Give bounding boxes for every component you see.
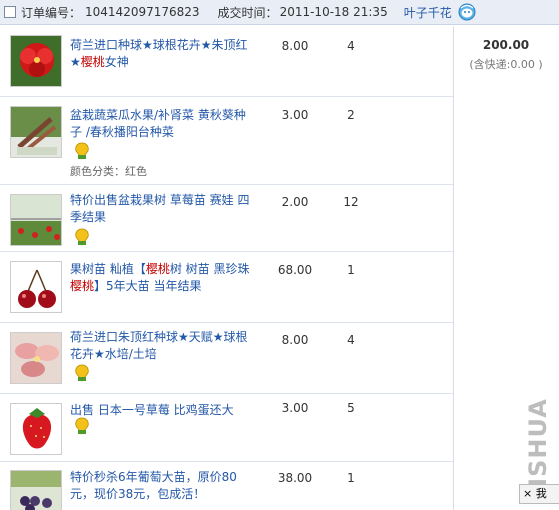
seller-link[interactable]: 叶子千花: [404, 4, 452, 21]
consumer-protection-icon[interactable]: [72, 416, 92, 436]
deal-time: 2011-10-18 21:35: [279, 5, 388, 19]
order-total: 200.00: [482, 38, 530, 52]
quantity: 1: [347, 263, 355, 277]
table-row: 出售 日本一号草莓 比鸡蛋还大: [0, 394, 453, 462]
consumer-protection-icon[interactable]: [72, 141, 92, 161]
sku-color: 颜色分类：红色: [70, 165, 147, 178]
table-row: 特价秒杀6年葡萄大苗，原价80元，现价38元，包成活！: [0, 462, 453, 510]
order-items-table: 200.00 (含快递:0.00 ) 荷兰进口种球★球根花卉★朱顶红★樱桃女神: [0, 26, 559, 510]
quantity: 2: [347, 108, 355, 122]
product-title-link[interactable]: 特价秒杀6年葡萄大苗，原价80元，现价38元，包成活！: [70, 469, 256, 503]
order-select-checkbox[interactable]: [4, 6, 16, 18]
table-row: 盆栽蔬菜瓜水果/补肾菜 黄秋葵种子 /春秋播阳台种菜 颜色分类：红色: [0, 97, 453, 185]
unit-price: 2.00: [281, 195, 309, 209]
product-thumbnail[interactable]: [10, 106, 62, 158]
quantity: 4: [347, 333, 355, 347]
product-title-link[interactable]: 盆栽蔬菜瓜水果/补肾菜 黄秋葵种子 /春秋播阳台种菜: [70, 107, 256, 141]
chat-tab-close-icon[interactable]: ×: [523, 487, 532, 500]
unit-price: 8.00: [281, 39, 309, 53]
table-row: 特价出售盆栽果树 草莓苗 赛娃 四季结果: [0, 185, 453, 252]
order-header: 订单编号： 104142097176823 成交时间： 2011-10-18 2…: [0, 0, 559, 25]
chat-tab[interactable]: × 我: [519, 484, 559, 504]
product-thumbnail[interactable]: [10, 332, 62, 384]
consumer-protection-icon[interactable]: [72, 227, 92, 247]
wangwang-chat-icon[interactable]: [458, 3, 476, 21]
order-number: 104142097176823: [85, 5, 200, 19]
table-row: 荷兰进口种球★球根花卉★朱顶红★樱桃女神: [0, 26, 453, 97]
quantity: 4: [347, 39, 355, 53]
quantity: 1: [347, 471, 355, 485]
product-thumbnail[interactable]: [10, 261, 62, 313]
unit-price: 38.00: [277, 471, 313, 485]
shipping-fee: (含快递:0.00 ): [469, 58, 543, 71]
chat-tab-label: 我: [535, 487, 547, 500]
product-thumbnail[interactable]: [10, 470, 62, 510]
product-title-link[interactable]: 荷兰进口种球★球根花卉★朱顶红★樱桃女神: [70, 37, 256, 71]
unit-price: 68.00: [277, 263, 313, 277]
unit-price: 3.00: [281, 401, 309, 415]
table-row: 果树苗 籼植【樱桃树 树苗 黑珍珠樱桃】5年大苗 当年结果: [0, 252, 453, 323]
product-thumbnail[interactable]: [10, 403, 62, 455]
order-number-label: 订单编号：: [21, 5, 82, 20]
product-title-link[interactable]: 果树苗 籼植【樱桃树 树苗 黑珍珠樱桃】5年大苗 当年结果: [70, 261, 256, 295]
order-total-cell: 200.00 (含快递:0.00 ): [453, 26, 559, 72]
product-thumbnail[interactable]: [10, 35, 62, 87]
product-title-link[interactable]: 特价出售盆栽果树 草莓苗 赛娃 四季结果: [70, 192, 256, 226]
product-title-link[interactable]: 出售 日本一号草莓 比鸡蛋还大: [70, 402, 256, 419]
quantity: 5: [347, 401, 355, 415]
quantity: 12: [343, 195, 359, 209]
unit-price: 3.00: [281, 108, 309, 122]
product-title-link[interactable]: 荷兰进口朱顶红种球★天赋★球根花卉★水培/土培: [70, 329, 256, 363]
unit-price: 8.00: [281, 333, 309, 347]
table-row: 荷兰进口朱顶红种球★天赋★球根花卉★水培/土培: [0, 323, 453, 394]
product-thumbnail[interactable]: [10, 194, 62, 246]
column-divider: [453, 26, 454, 510]
consumer-protection-icon[interactable]: [72, 363, 92, 383]
deal-time-label: 成交时间：: [217, 5, 278, 20]
